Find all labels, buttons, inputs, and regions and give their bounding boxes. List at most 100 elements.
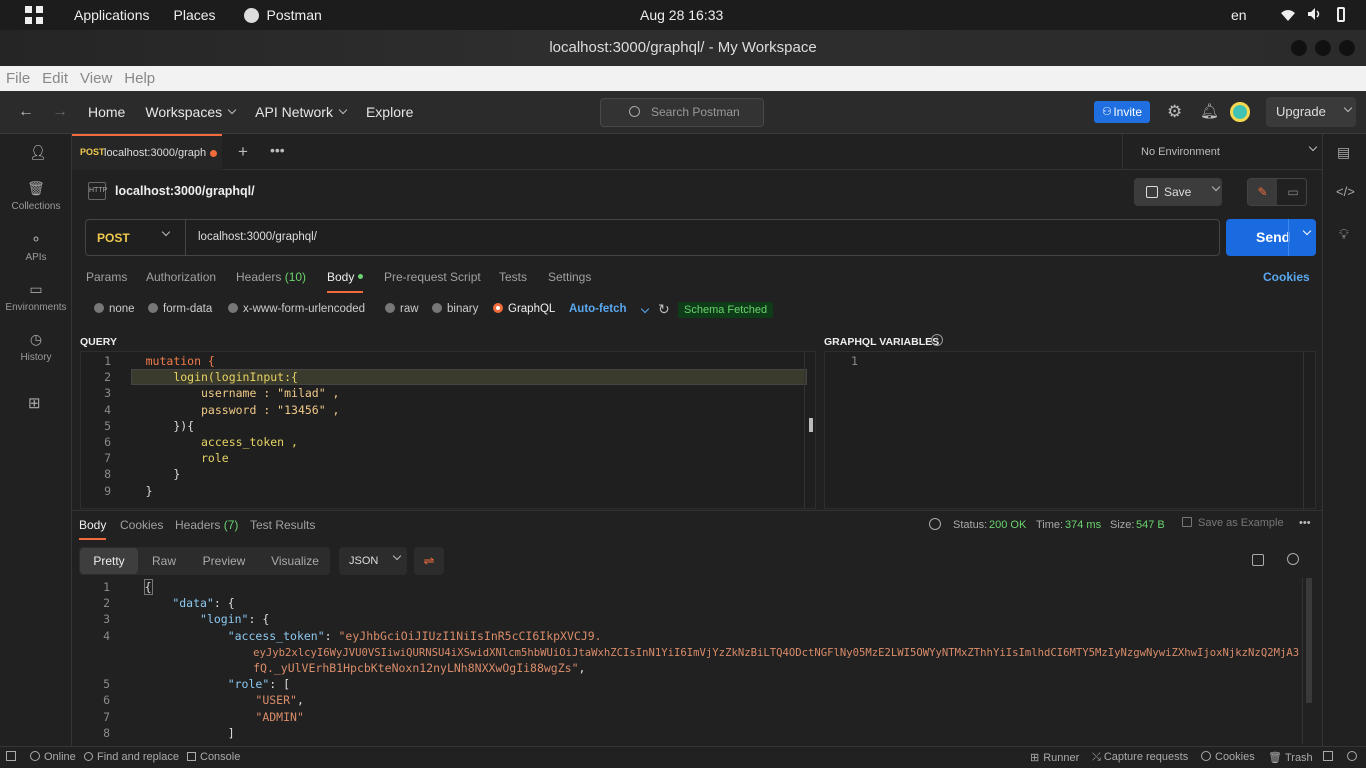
auto-fetch-toggle[interactable]: Auto-fetch <box>569 303 649 315</box>
view-raw[interactable]: Raw <box>140 548 188 574</box>
applications-menu[interactable]: Applications <box>74 7 150 23</box>
more-tabs-icon[interactable]: ••• <box>270 142 285 158</box>
refresh-schema-icon[interactable]: ↻ <box>658 301 670 318</box>
menu-view[interactable]: View <box>80 70 112 87</box>
capture-requests-button[interactable]: ⤯ Capture requests <box>1092 751 1188 764</box>
runner-button[interactable]: ⊞ Runner <box>1030 751 1079 764</box>
wifi-icon[interactable] <box>1281 8 1295 21</box>
response-scrollbar[interactable] <box>1302 578 1316 744</box>
edit-pencil-icon[interactable]: ✎ <box>1248 179 1277 205</box>
query-editor[interactable]: 1 mutation { 2 login(loginInput:{ 3 user… <box>80 351 816 509</box>
cookies-button[interactable]: Cookies <box>1201 751 1255 763</box>
upgrade-button[interactable]: Upgrade <box>1266 97 1356 127</box>
sidebar-item-apis[interactable]: ⚬ APIs <box>0 231 72 263</box>
response-tab-cookies[interactable]: Cookies <box>120 518 163 532</box>
time-value[interactable]: 374 ms <box>1065 519 1101 531</box>
body-type-raw[interactable]: raw <box>385 303 419 315</box>
body-type-form-data[interactable]: form-data <box>148 303 212 315</box>
user-icon[interactable]: 👤︎ <box>29 144 47 161</box>
notifications-bell-icon[interactable]: 🔔︎ <box>1200 102 1219 120</box>
tab-params[interactable]: Params <box>86 270 127 284</box>
battery-icon[interactable] <box>1337 7 1345 22</box>
copy-icon[interactable] <box>1252 554 1264 566</box>
response-body-editor[interactable]: 1 { 2 "data": { 3 "login": { 4 "access_t… <box>80 578 1316 744</box>
home-link[interactable]: Home <box>88 104 125 120</box>
response-tab-body[interactable]: Body <box>79 518 107 540</box>
format-select[interactable]: JSON <box>339 547 407 575</box>
window-maximize-button[interactable] <box>1315 40 1331 56</box>
explore-link[interactable]: Explore <box>366 104 413 120</box>
variables-scrollbar[interactable] <box>1303 352 1315 510</box>
url-input[interactable]: localhost:3000/graphql/ <box>198 231 317 243</box>
tab-prerequest-script[interactable]: Pre-request Script <box>384 270 481 284</box>
active-app-label[interactable]: Postman <box>267 7 322 23</box>
save-button[interactable]: Save <box>1134 178 1222 206</box>
apps-grid-icon[interactable] <box>25 6 43 24</box>
scrollbar-thumb[interactable] <box>809 418 813 432</box>
body-type-urlencoded[interactable]: x-www-form-urlencoded <box>228 303 365 315</box>
window-close-button[interactable] <box>1339 40 1355 56</box>
search-input[interactable]: Search Postman <box>600 98 764 127</box>
places-menu[interactable]: Places <box>174 7 216 23</box>
more-options-icon[interactable]: ••• <box>1299 517 1311 529</box>
settings-gear-icon[interactable]: ⚙ <box>1167 102 1182 122</box>
volume-icon[interactable] <box>1307 7 1321 24</box>
sidebar-item-collections[interactable]: 🗑︎ Collections <box>0 180 72 212</box>
search-icon[interactable] <box>1287 553 1299 565</box>
toggle-sidebar-icon[interactable] <box>6 751 16 761</box>
sidebar-item-environments[interactable]: ▭ Environments <box>0 281 72 313</box>
window-minimize-button[interactable] <box>1291 40 1307 56</box>
response-tab-headers[interactable]: Headers (7) <box>175 518 238 532</box>
environment-quicklook-icon[interactable]: ▤ <box>1337 144 1350 161</box>
lightbulb-icon[interactable]: 💡︎ <box>1339 226 1349 243</box>
wrap-lines-icon[interactable]: ⇌ <box>414 547 444 575</box>
console-button[interactable]: Console <box>187 751 240 763</box>
environment-selector[interactable]: No Environment <box>1122 134 1322 170</box>
response-tab-test-results[interactable]: Test Results <box>250 518 315 532</box>
trash-button[interactable]: 🗑︎ Trash <box>1268 751 1313 764</box>
avatar[interactable] <box>1230 102 1250 122</box>
request-tab[interactable]: POST localhost:3000/graph <box>72 134 222 170</box>
api-network-menu[interactable]: API Network <box>255 104 348 120</box>
size-value[interactable]: 547 B <box>1136 519 1165 531</box>
layout-icon[interactable] <box>1323 751 1333 761</box>
send-button[interactable]: Send <box>1226 219 1316 256</box>
edit-comment-toggle[interactable]: ✎ ▭ <box>1247 178 1307 206</box>
chevron-down-icon[interactable] <box>1211 182 1221 192</box>
menu-help[interactable]: Help <box>124 70 155 87</box>
request-name[interactable]: localhost:3000/graphql/ <box>115 184 255 198</box>
send-dropdown[interactable] <box>1288 219 1316 256</box>
language-indicator[interactable]: en <box>1231 7 1247 23</box>
find-replace-button[interactable]: Find and replace <box>84 751 179 763</box>
view-visualize[interactable]: Visualize <box>262 548 328 574</box>
tab-tests[interactable]: Tests <box>499 270 527 284</box>
workspaces-menu[interactable]: Workspaces <box>145 104 237 120</box>
sidebar-item-history[interactable]: ◷ History <box>0 331 72 363</box>
clock[interactable]: Aug 28 16:33 <box>640 7 723 23</box>
status-value[interactable]: 200 OK <box>989 519 1026 531</box>
save-example-button[interactable]: Save as Example <box>1182 517 1284 529</box>
view-preview[interactable]: Preview <box>192 548 256 574</box>
help-icon[interactable] <box>1347 751 1357 761</box>
method-select[interactable]: POST <box>86 220 186 255</box>
tab-headers[interactable]: Headers (10) <box>236 270 306 284</box>
menu-edit[interactable]: Edit <box>42 70 68 87</box>
scrollbar-thumb[interactable] <box>1306 578 1312 703</box>
comments-icon[interactable]: ▭ <box>1280 179 1306 205</box>
menu-file[interactable]: File <box>6 70 30 87</box>
info-icon[interactable]: i <box>931 334 943 346</box>
back-arrow-icon[interactable]: ← <box>18 103 34 121</box>
body-type-none[interactable]: none <box>94 303 135 315</box>
online-status[interactable]: Online <box>30 751 76 763</box>
forward-arrow-icon[interactable]: → <box>52 103 68 121</box>
globe-icon[interactable] <box>929 518 941 530</box>
add-workbench-icon[interactable]: ⊞ <box>28 394 41 412</box>
view-pretty[interactable]: Pretty <box>80 548 138 574</box>
body-type-graphql[interactable]: GraphQL <box>493 303 555 315</box>
variables-editor[interactable]: 1 <box>824 351 1316 510</box>
editor-scrollbar[interactable] <box>804 352 815 508</box>
cookies-link[interactable]: Cookies <box>1263 270 1310 284</box>
code-snippet-icon[interactable]: </> <box>1336 184 1355 199</box>
body-type-binary[interactable]: binary <box>432 303 478 315</box>
tab-authorization[interactable]: Authorization <box>146 270 216 284</box>
